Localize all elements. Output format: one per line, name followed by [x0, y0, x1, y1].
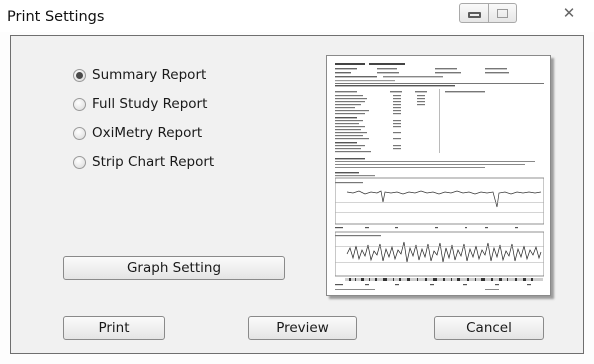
radio-label: Summary Report — [92, 67, 207, 83]
radio-label: OxiMetry Report — [92, 125, 203, 141]
radio-button[interactable] — [73, 68, 86, 82]
radio-button[interactable] — [73, 126, 86, 140]
preview-button[interactable]: Preview — [248, 316, 357, 340]
radio-button[interactable] — [73, 155, 86, 169]
print-button[interactable]: Print — [63, 316, 165, 340]
radio-oximetry-report[interactable]: OxiMetry Report — [73, 124, 202, 142]
radio-button[interactable] — [73, 97, 86, 111]
print-settings-window: Print Settings ✕ Summary Report Full Stu… — [0, 0, 594, 364]
report-preview-thumbnail — [326, 55, 551, 296]
minimize-button[interactable] — [459, 3, 489, 23]
report-preview-page — [334, 62, 545, 291]
window-title: Print Settings — [7, 9, 105, 25]
report-preview-image — [334, 63, 545, 290]
graph-setting-button[interactable]: Graph Setting — [63, 256, 285, 280]
maximize-button[interactable] — [489, 3, 517, 23]
close-icon: ✕ — [562, 4, 576, 22]
radio-label: Full Study Report — [92, 96, 208, 112]
minimize-icon — [467, 11, 481, 18]
cancel-button[interactable]: Cancel — [434, 316, 544, 340]
title-bar: Print Settings ✕ — [0, 0, 594, 32]
close-button[interactable]: ✕ — [550, 3, 588, 23]
radio-summary-report[interactable]: Summary Report — [73, 66, 206, 84]
radio-label: Strip Chart Report — [92, 154, 215, 170]
radio-strip-chart-report[interactable]: Strip Chart Report — [73, 153, 214, 171]
maximize-icon — [497, 8, 508, 18]
radio-full-study-report[interactable]: Full Study Report — [73, 95, 207, 113]
